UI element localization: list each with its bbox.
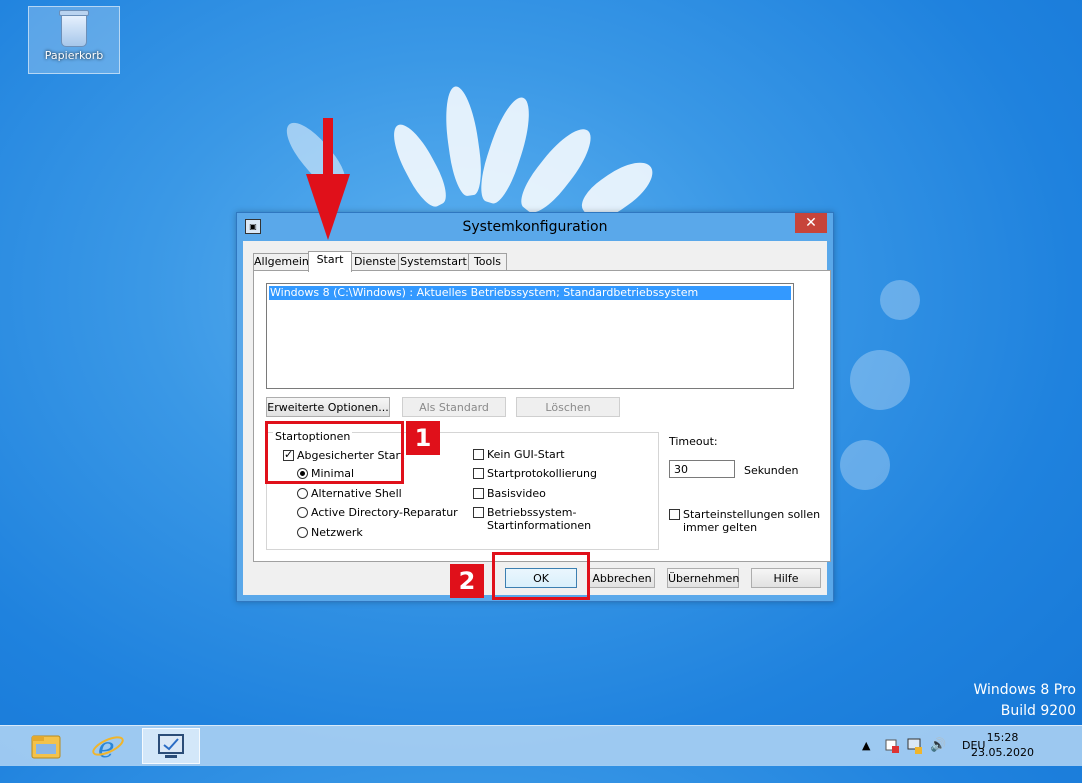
highlight-box-ok <box>492 552 590 600</box>
alternate-shell-radio[interactable]: Alternative Shell <box>297 487 402 500</box>
make-permanent-label: Starteinstellungen sollen immer gelten <box>683 508 820 534</box>
arrow-shaft <box>323 118 333 176</box>
os-list-item[interactable]: Windows 8 (C:\Windows) : Aktuelles Betri… <box>269 286 791 300</box>
no-gui-boot-checkbox[interactable]: Kein GUI-Start <box>473 448 565 461</box>
delete-button[interactable]: Löschen <box>516 397 620 417</box>
base-video-checkbox[interactable]: Basisvideo <box>473 487 546 500</box>
timeout-input[interactable]: 30 <box>669 460 735 478</box>
show-hidden-icons-button[interactable]: ▲ <box>862 726 870 766</box>
checkbox-icon <box>473 468 484 479</box>
wallpaper-bokeh <box>880 280 920 320</box>
volume-tray-icon[interactable]: 🔊 <box>930 726 946 766</box>
recycle-bin-label: Papierkorb <box>44 49 104 62</box>
timeout-unit-label: Sekunden <box>744 464 799 477</box>
os-boot-info-checkbox[interactable]: Betriebssystem- Startinformationen <box>473 506 591 532</box>
windows-branding: Windows 8 Pro Build 9200 <box>973 680 1076 722</box>
radio-icon <box>297 527 308 538</box>
speaker-icon: 🔊 <box>930 738 947 753</box>
wallpaper-petal <box>440 84 486 198</box>
no-gui-boot-label: Kein GUI-Start <box>487 448 565 461</box>
apply-button[interactable]: Übernehmen <box>667 568 739 588</box>
close-button[interactable]: ✕ <box>795 213 827 233</box>
network-icon <box>907 738 922 754</box>
step-badge-2: 2 <box>450 564 484 598</box>
flag-icon <box>885 739 899 753</box>
tab-services[interactable]: Dienste <box>351 253 399 271</box>
arrow-head <box>306 174 350 240</box>
taskbar-internet-explorer[interactable]: e <box>82 728 134 764</box>
close-icon: ✕ <box>805 215 817 231</box>
boot-tab-panel: Windows 8 (C:\Windows) : Aktuelles Betri… <box>253 270 831 562</box>
branding-edition: Windows 8 Pro <box>973 682 1076 698</box>
ad-repair-radio[interactable]: Active Directory-Reparatur <box>297 506 458 519</box>
step-badge-1: 1 <box>406 421 440 455</box>
tab-boot[interactable]: Start <box>308 251 352 272</box>
tab-startup[interactable]: Systemstart <box>398 253 469 271</box>
radio-icon <box>297 507 308 518</box>
action-center-flag-icon[interactable] <box>884 726 900 766</box>
taskbar: e ▲ 🔊 DEU 15:28 23.05.2020 <box>0 725 1082 766</box>
tab-general[interactable]: Allgemein <box>253 253 309 271</box>
taskbar-clock[interactable]: 15:28 23.05.2020 <box>971 730 1034 760</box>
taskbar-file-explorer[interactable] <box>20 728 72 764</box>
branding-build: Build 9200 <box>1000 703 1076 719</box>
taskbar-system-configuration[interactable] <box>142 728 200 764</box>
checkbox-icon <box>473 449 484 460</box>
red-arrow-annotation <box>306 118 350 240</box>
advanced-options-button[interactable]: Erweiterte Optionen... <box>266 397 390 417</box>
make-permanent-checkbox[interactable]: Starteinstellungen sollen immer gelten <box>669 508 820 534</box>
file-explorer-icon <box>31 735 61 759</box>
wallpaper-petal <box>384 118 454 212</box>
help-button[interactable]: Hilfe <box>751 568 821 588</box>
svg-text:e: e <box>98 731 115 764</box>
os-listbox[interactable]: Windows 8 (C:\Windows) : Aktuelles Betri… <box>266 283 794 389</box>
os-boot-info-label: Betriebssystem- Startinformationen <box>487 506 591 532</box>
system-configuration-dialog: ▣ Systemkonfiguration ✕ Allgemein Start … <box>236 212 834 602</box>
radio-icon <box>297 488 308 499</box>
base-video-label: Basisvideo <box>487 487 546 500</box>
network-label: Netzwerk <box>311 526 363 539</box>
network-tray-icon[interactable] <box>906 726 924 766</box>
clock-date: 23.05.2020 <box>971 746 1034 759</box>
boot-log-label: Startprotokollierung <box>487 467 597 480</box>
checkbox-icon <box>473 488 484 499</box>
tab-tools[interactable]: Tools <box>468 253 507 271</box>
internet-explorer-icon: e <box>92 731 124 764</box>
checkbox-icon <box>473 507 484 518</box>
checkbox-icon <box>669 509 680 520</box>
alternate-shell-label: Alternative Shell <box>311 487 402 500</box>
set-as-default-button[interactable]: Als Standard <box>402 397 506 417</box>
wallpaper-bokeh <box>850 350 910 410</box>
cancel-button[interactable]: Abbrechen <box>589 568 655 588</box>
os-boot-info-label-line2: Startinformationen <box>487 519 592 532</box>
recycle-bin-icon <box>59 10 89 47</box>
boot-log-checkbox[interactable]: Startprotokollierung <box>473 467 597 480</box>
timeout-label: Timeout: <box>669 435 718 448</box>
recycle-bin-desktop-icon[interactable]: Papierkorb <box>28 6 120 74</box>
make-permanent-label-line1: Starteinstellungen sollen <box>683 508 821 521</box>
wallpaper-bokeh <box>840 440 890 490</box>
make-permanent-label-line2: immer gelten <box>683 521 758 534</box>
highlight-box-safe-boot <box>265 421 404 484</box>
chevron-up-icon: ▲ <box>862 739 871 752</box>
ad-repair-label: Active Directory-Reparatur <box>311 506 458 519</box>
clock-time: 15:28 <box>986 731 1019 744</box>
system-configuration-icon <box>158 734 184 758</box>
network-radio[interactable]: Netzwerk <box>297 526 363 539</box>
show-desktop-button[interactable] <box>1074 726 1082 766</box>
dialog-client-area: Allgemein Start Dienste Systemstart Tool… <box>243 241 831 595</box>
os-boot-info-label-line1: Betriebssystem- <box>487 506 577 519</box>
